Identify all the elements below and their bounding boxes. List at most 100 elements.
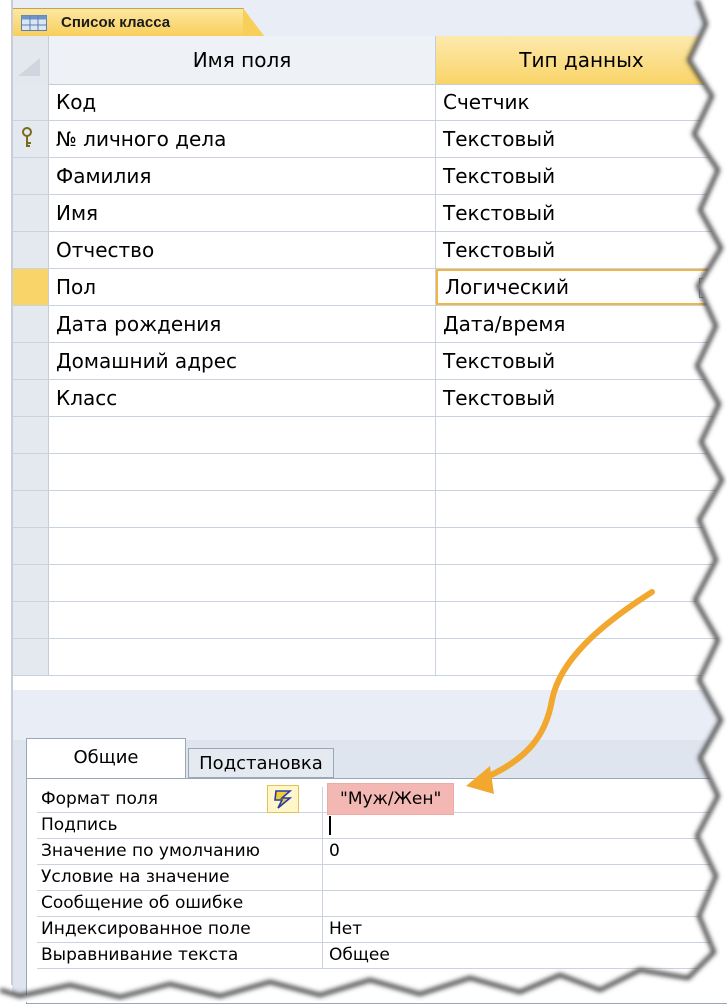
field-name-cell[interactable]: [49, 602, 436, 638]
property-row[interactable]: Индексированное поле Нет: [37, 917, 727, 943]
data-type-cell[interactable]: [436, 491, 727, 527]
property-row[interactable]: Сообщение об ошибке: [37, 891, 727, 917]
data-type-value: Дата/время: [443, 312, 566, 336]
data-type-cell[interactable]: [436, 639, 727, 675]
data-type-cell[interactable]: Текстовый: [436, 121, 727, 157]
data-type-cell[interactable]: Счетчик: [436, 84, 727, 120]
property-label: Сообщение об ошибке: [37, 891, 323, 916]
data-type-cell[interactable]: Текстовый: [436, 195, 727, 231]
row-selector[interactable]: [12, 639, 49, 675]
data-type-cell[interactable]: Текстовый: [436, 158, 727, 194]
tab-general[interactable]: Общие: [26, 738, 186, 778]
data-type-cell[interactable]: Дата/время: [436, 306, 727, 342]
row-selector[interactable]: [12, 84, 49, 120]
field-row[interactable]: Отчество Текстовый: [12, 232, 727, 269]
row-selector[interactable]: [12, 269, 49, 305]
data-type-value: Текстовый: [443, 201, 556, 225]
data-type-value: Текстовый: [443, 349, 556, 373]
data-type-cell[interactable]: [436, 528, 727, 564]
data-type-dropdown-button[interactable]: [699, 278, 719, 298]
field-row[interactable]: Пол Логический: [12, 269, 727, 306]
field-name-cell[interactable]: [49, 528, 436, 564]
field-name-cell[interactable]: [49, 565, 436, 601]
row-selector[interactable]: [12, 454, 49, 490]
row-selector[interactable]: [12, 602, 49, 638]
property-row[interactable]: Подпись: [37, 813, 727, 839]
field-name-cell[interactable]: Домашний адрес: [49, 343, 436, 379]
property-value[interactable]: Нет: [325, 917, 362, 942]
field-row[interactable]: [12, 528, 727, 565]
property-row[interactable]: Значение по умолчанию 0: [37, 839, 727, 865]
property-label: Значение по умолчанию: [37, 839, 323, 864]
property-label: Подпись: [37, 813, 323, 838]
property-label: Условие на значение: [37, 865, 323, 890]
field-row[interactable]: № личного дела Текстовый: [12, 121, 727, 158]
property-value[interactable]: [325, 891, 329, 916]
field-name-cell[interactable]: Код: [49, 84, 436, 120]
data-type-value: Логический: [445, 275, 569, 299]
properties-panel: Формат поля "Муж/Жен" Подпись Значение по у…: [26, 778, 727, 1004]
column-header-data-type[interactable]: Тип данных: [436, 36, 727, 84]
field-name-cell[interactable]: [49, 417, 436, 453]
field-name-cell[interactable]: Пол: [49, 269, 436, 305]
row-selector[interactable]: [12, 565, 49, 601]
row-selector[interactable]: [12, 158, 49, 194]
table-icon: [21, 14, 47, 31]
column-header-field-name[interactable]: Имя поля: [49, 36, 436, 84]
field-row[interactable]: Дата рождения Дата/время: [12, 306, 727, 343]
field-row[interactable]: [12, 639, 727, 676]
field-row[interactable]: [12, 565, 727, 602]
row-selector[interactable]: [12, 380, 49, 416]
property-value[interactable]: Общее: [325, 943, 390, 968]
field-row[interactable]: [12, 417, 727, 454]
field-name-cell[interactable]: Отчество: [49, 232, 436, 268]
data-type-value: Текстовый: [443, 386, 556, 410]
field-name-cell[interactable]: № личного дела: [49, 121, 436, 157]
row-selector[interactable]: [12, 491, 49, 527]
data-type-cell[interactable]: Логический: [436, 269, 727, 305]
field-name-cell[interactable]: Класс: [49, 380, 436, 416]
data-type-cell[interactable]: Текстовый: [436, 343, 727, 379]
data-type-cell[interactable]: [436, 417, 727, 453]
property-row[interactable]: Выравнивание текста Общее: [37, 943, 727, 969]
field-row[interactable]: Фамилия Текстовый: [12, 158, 727, 195]
select-all-corner[interactable]: [12, 36, 49, 84]
data-type-cell[interactable]: [436, 602, 727, 638]
row-selector[interactable]: [12, 306, 49, 342]
property-label: Выравнивание текста: [37, 943, 323, 968]
field-name-cell[interactable]: Дата рождения: [49, 306, 436, 342]
field-properties-pane: Общие Подстановка Формат поля "Муж/Жен" По…: [12, 738, 727, 1004]
field-name-cell[interactable]: Имя: [49, 195, 436, 231]
field-row[interactable]: [12, 491, 727, 528]
row-selector[interactable]: [12, 195, 49, 231]
row-selector[interactable]: [12, 232, 49, 268]
format-value-field[interactable]: "Муж/Жен": [327, 783, 455, 815]
field-row[interactable]: Класс Текстовый: [12, 380, 727, 417]
row-selector[interactable]: [12, 417, 49, 453]
field-name-cell[interactable]: [49, 491, 436, 527]
document-tab[interactable]: Список класса: [12, 8, 265, 37]
data-type-cell[interactable]: Текстовый: [436, 232, 727, 268]
property-value[interactable]: 0: [325, 839, 340, 864]
property-row[interactable]: Условие на значение: [37, 865, 727, 891]
property-row[interactable]: Формат поля "Муж/Жен": [37, 783, 727, 815]
property-value[interactable]: [325, 865, 329, 890]
data-type-cell[interactable]: Текстовый: [436, 380, 727, 416]
pane-divider[interactable]: [12, 690, 727, 740]
field-row[interactable]: [12, 454, 727, 491]
tab-lookup[interactable]: Подстановка: [188, 748, 334, 778]
field-name-cell[interactable]: Фамилия: [49, 158, 436, 194]
row-selector[interactable]: [12, 121, 49, 157]
builder-button[interactable]: [267, 785, 299, 813]
field-name-cell[interactable]: [49, 639, 436, 675]
property-label: Индексированное поле: [37, 917, 323, 942]
row-selector[interactable]: [12, 528, 49, 564]
field-name-cell[interactable]: [49, 454, 436, 490]
field-row[interactable]: Домашний адрес Текстовый: [12, 343, 727, 380]
field-row[interactable]: Код Счетчик: [12, 84, 727, 121]
data-type-cell[interactable]: [436, 454, 727, 490]
row-selector[interactable]: [12, 343, 49, 379]
field-row[interactable]: Имя Текстовый: [12, 195, 727, 232]
data-type-cell[interactable]: [436, 565, 727, 601]
field-row[interactable]: [12, 602, 727, 639]
